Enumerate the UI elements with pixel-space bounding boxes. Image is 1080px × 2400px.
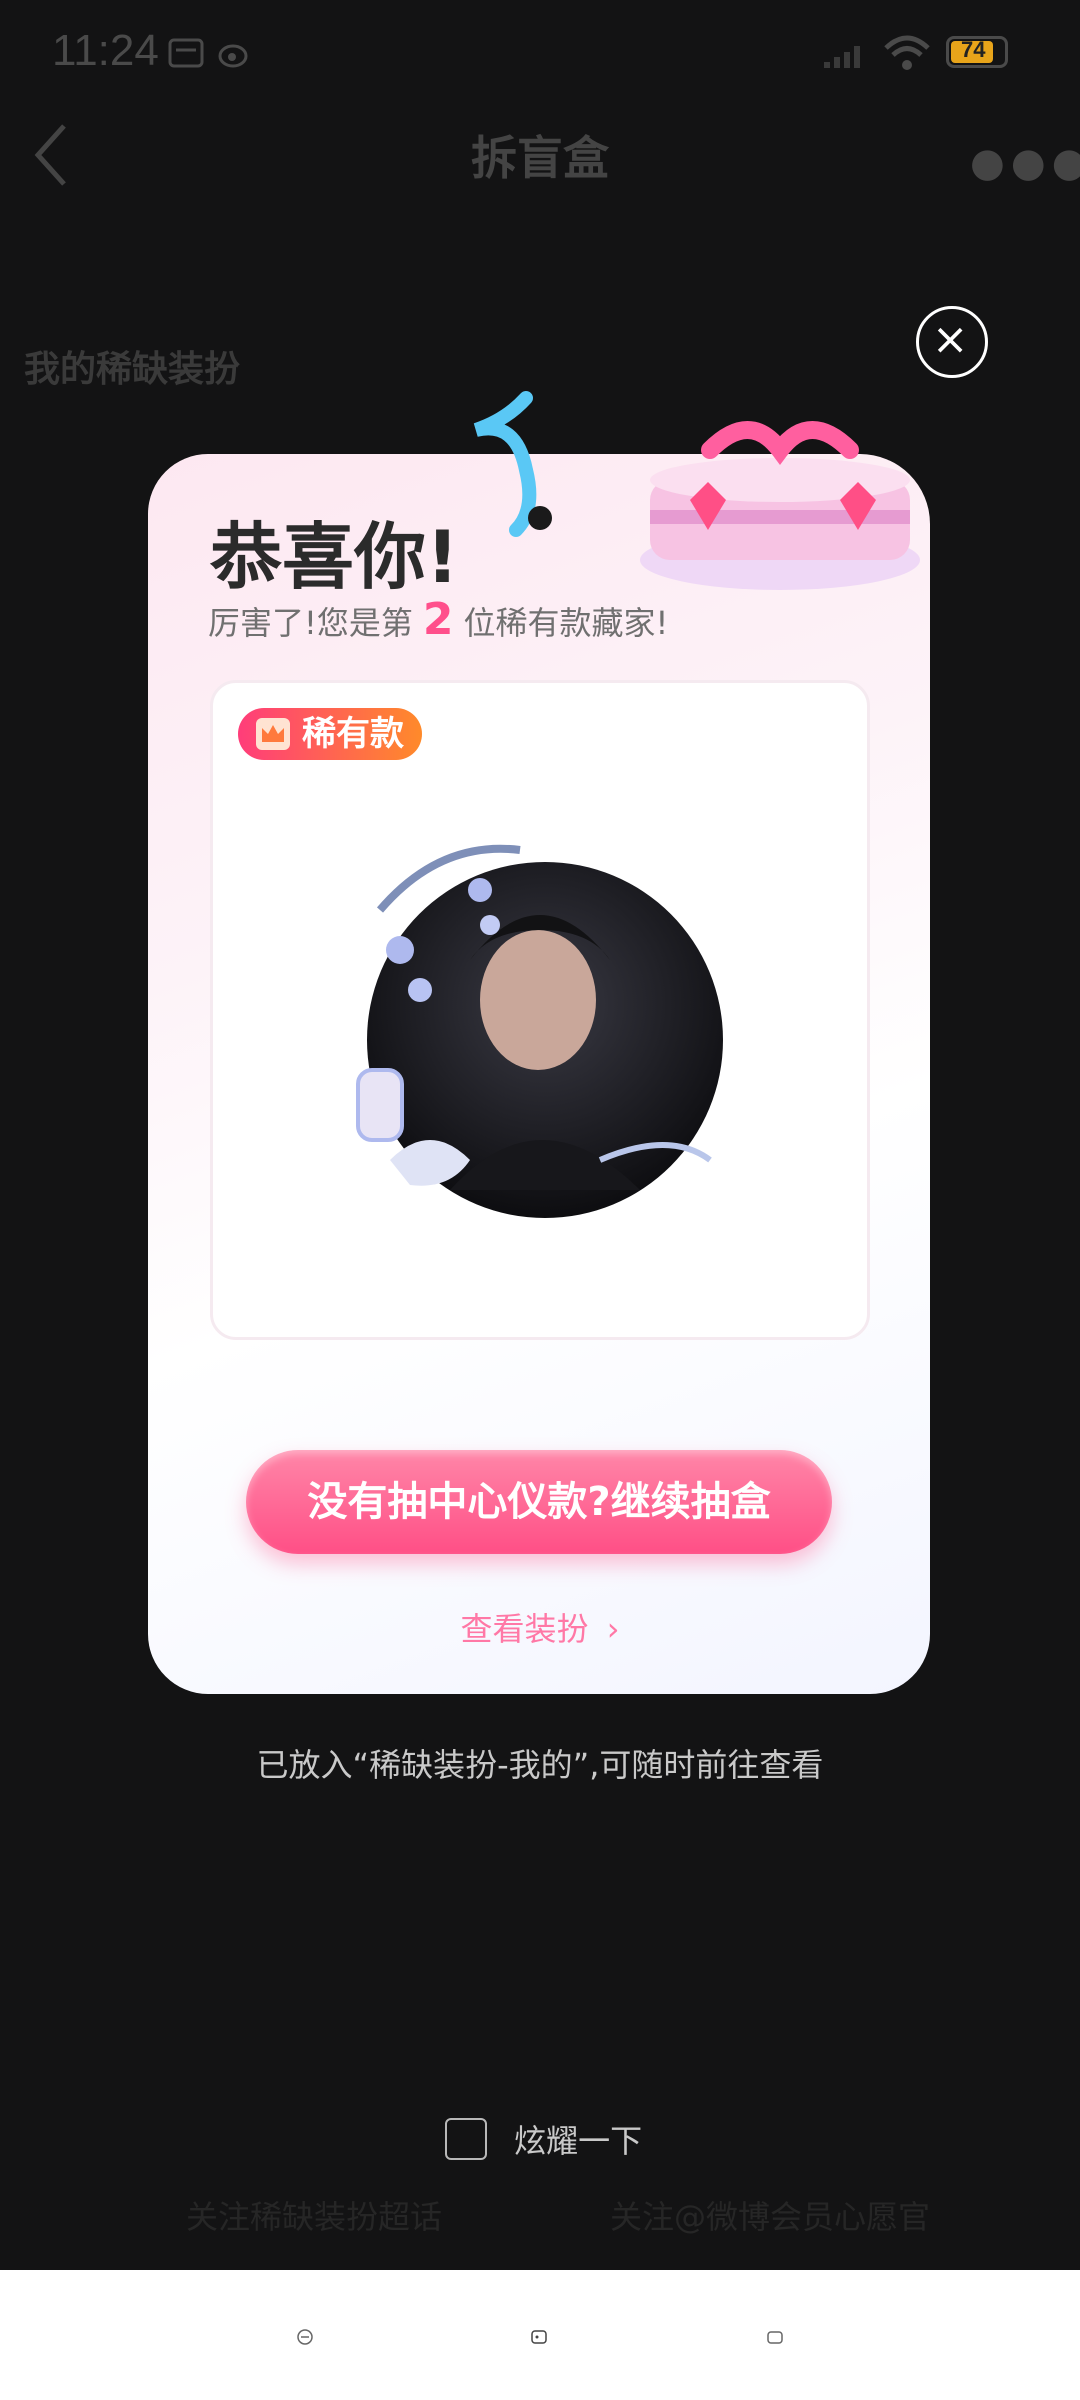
background-section-title: 我的稀缺装扮 [24, 349, 241, 390]
background-follow-account: 关注@微博会员心愿官 [610, 2198, 931, 2236]
subtitle-suffix: 位稀有款藏家! [463, 604, 669, 642]
page-title: 拆盲盒 [471, 131, 609, 185]
close-button[interactable] [916, 306, 988, 378]
crown-icon [256, 718, 290, 750]
nav-menu-icon[interactable] [296, 2328, 314, 2346]
avatar-frame-preview [356, 844, 723, 1218]
battery-level: 74 [961, 37, 986, 62]
nav-back-icon[interactable] [766, 2328, 784, 2346]
continue-draw-button[interactable]: 没有抽中心仪款?继续抽盒 [246, 1450, 832, 1554]
gift-cake-decoration [640, 421, 920, 590]
wifi-icon [884, 35, 930, 70]
background-follow-topic: 关注稀缺装扮超话 [186, 2198, 443, 2236]
ribbon-decoration [473, 391, 552, 537]
view-outfit-label: 查看装扮 [460, 1610, 589, 1648]
status-time: 11:24 [52, 26, 159, 75]
chevron-right-icon: › [606, 1610, 620, 1648]
saved-info-text: 已放入“稀缺装扮-我的”,可随时前往查看 [256, 1746, 824, 1784]
notification-icon [168, 38, 204, 68]
checkbox-box[interactable] [445, 2118, 487, 2160]
dialog-title: 恭喜你! [210, 515, 459, 599]
more-options-button[interactable]: ●●● [970, 140, 1080, 186]
collector-rank: 2 [422, 594, 454, 645]
battery-icon: 74 [946, 36, 1008, 68]
nav-home-icon[interactable] [530, 2328, 548, 2346]
view-outfit-link[interactable]: 查看装扮 › [0, 1604, 1080, 1650]
dialog-subtitle: 厉害了!您是第 2 位稀有款藏家! [208, 594, 668, 645]
subtitle-prefix: 厉害了!您是第 [208, 604, 413, 642]
show-off-label: 炫耀一下 [514, 2122, 643, 2160]
signal-icon [824, 46, 860, 68]
show-off-checkbox[interactable]: 炫耀一下 [445, 2116, 642, 2162]
weibo-icon [218, 44, 248, 68]
